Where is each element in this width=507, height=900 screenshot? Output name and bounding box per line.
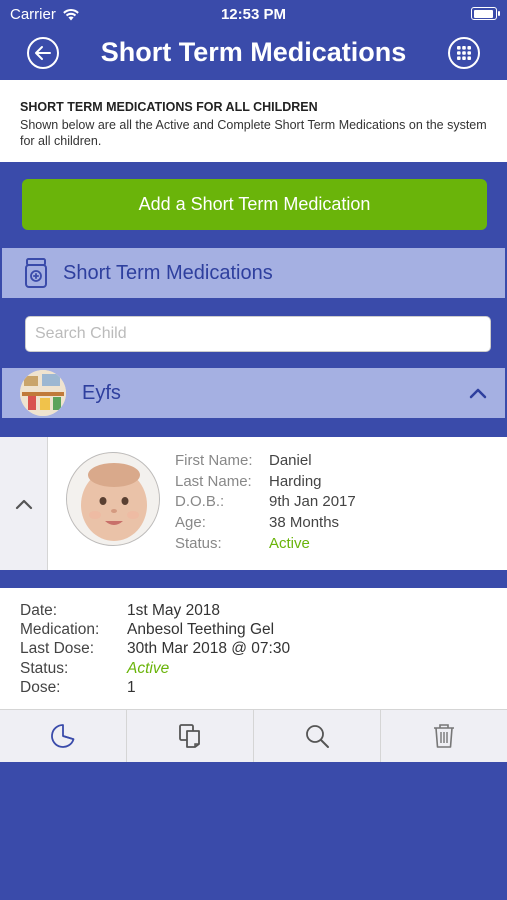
info-panel: SHORT TERM MEDICATIONS FOR ALL CHILDREN …	[0, 80, 507, 162]
age-value: 38 Months	[269, 514, 340, 532]
medicine-bottle-icon	[21, 256, 51, 290]
child-card: First Name: Daniel Last Name: Harding D.…	[0, 437, 507, 570]
child-avatar	[66, 452, 160, 546]
section-header: Short Term Medications	[2, 248, 505, 298]
med-last-dose-row: Last Dose: 30th Mar 2018 @ 07:30	[0, 640, 507, 659]
child-details: First Name: Daniel Last Name: Harding D.…	[175, 452, 356, 555]
group-avatar	[20, 370, 66, 416]
info-description: Shown below are all the Active and Compl…	[20, 118, 487, 148]
section-title: Short Term Medications	[63, 261, 273, 284]
dob-row: D.O.B.: 9th Jan 2017	[175, 493, 356, 514]
clock: 12:53 PM	[220, 6, 287, 23]
last-name-row: Last Name: Harding	[175, 473, 356, 494]
add-medication-button[interactable]: Add a Short Term Medication	[22, 179, 487, 230]
age-row: Age: 38 Months	[175, 514, 356, 535]
last-name-value: Harding	[269, 472, 322, 490]
med-last-dose-label: Last Dose:	[20, 640, 95, 658]
search-button[interactable]	[254, 710, 381, 762]
chevron-up-icon	[15, 499, 32, 509]
med-date-value: 1st May 2018	[127, 602, 221, 619]
med-dose-value: 1	[127, 678, 136, 696]
med-last-dose-value: 30th Mar 2018 @ 07:30	[127, 640, 291, 658]
first-name-value: Daniel	[269, 452, 312, 469]
med-dose-row: Dose: 1	[0, 679, 507, 698]
med-name-value: Anbesol Teething Gel	[127, 621, 275, 639]
first-name-label: First Name:	[175, 452, 253, 469]
status-value: Active	[269, 534, 310, 552]
status-bar: Carrier 12:53 PM	[0, 0, 507, 28]
group-header-eyfs[interactable]: Eyfs	[2, 368, 505, 418]
chart-button[interactable]	[0, 710, 127, 762]
status-row: Status: Active	[175, 535, 356, 556]
action-toolbar	[0, 709, 507, 762]
battery-icon	[471, 7, 500, 20]
chart-icon	[51, 724, 75, 748]
group-title: Eyfs	[82, 381, 121, 404]
search-child-input[interactable]	[25, 316, 491, 352]
search-icon	[306, 725, 329, 748]
navigation-bar: Short Term Medications	[0, 28, 507, 78]
info-heading: SHORT TERM MEDICATIONS FOR ALL CHILDREN	[20, 100, 318, 114]
med-status-row: Status: Active	[0, 660, 507, 679]
med-status-label: Status:	[20, 659, 69, 677]
grid-menu-icon	[448, 37, 480, 69]
trash-icon	[434, 724, 454, 748]
med-date-label: Date:	[20, 602, 58, 619]
dob-value: 9th Jan 2017	[269, 493, 356, 511]
med-dose-label: Dose:	[20, 678, 61, 696]
med-name-row: Medication: Anbesol Teething Gel	[0, 621, 507, 640]
med-status-value: Active	[127, 659, 170, 677]
battery-level	[473, 9, 494, 18]
med-name-label: Medication:	[20, 621, 100, 639]
med-date-row: Date: 1st May 2018	[0, 602, 507, 621]
age-label: Age:	[175, 514, 206, 532]
menu-button[interactable]	[446, 35, 482, 71]
copy-icon	[179, 724, 200, 748]
status-label: Status:	[175, 534, 222, 552]
medication-card: Date: 1st May 2018 Medication: Anbesol T…	[0, 588, 507, 709]
copy-button[interactable]	[127, 710, 254, 762]
first-name-row: First Name: Daniel	[175, 452, 356, 473]
chevron-up-icon[interactable]	[463, 378, 493, 408]
last-name-label: Last Name:	[175, 472, 252, 490]
child-collapse-button[interactable]	[0, 437, 48, 570]
page-title: Short Term Medications	[100, 37, 407, 67]
dob-label: D.O.B.:	[175, 493, 225, 511]
delete-button[interactable]	[381, 710, 507, 762]
